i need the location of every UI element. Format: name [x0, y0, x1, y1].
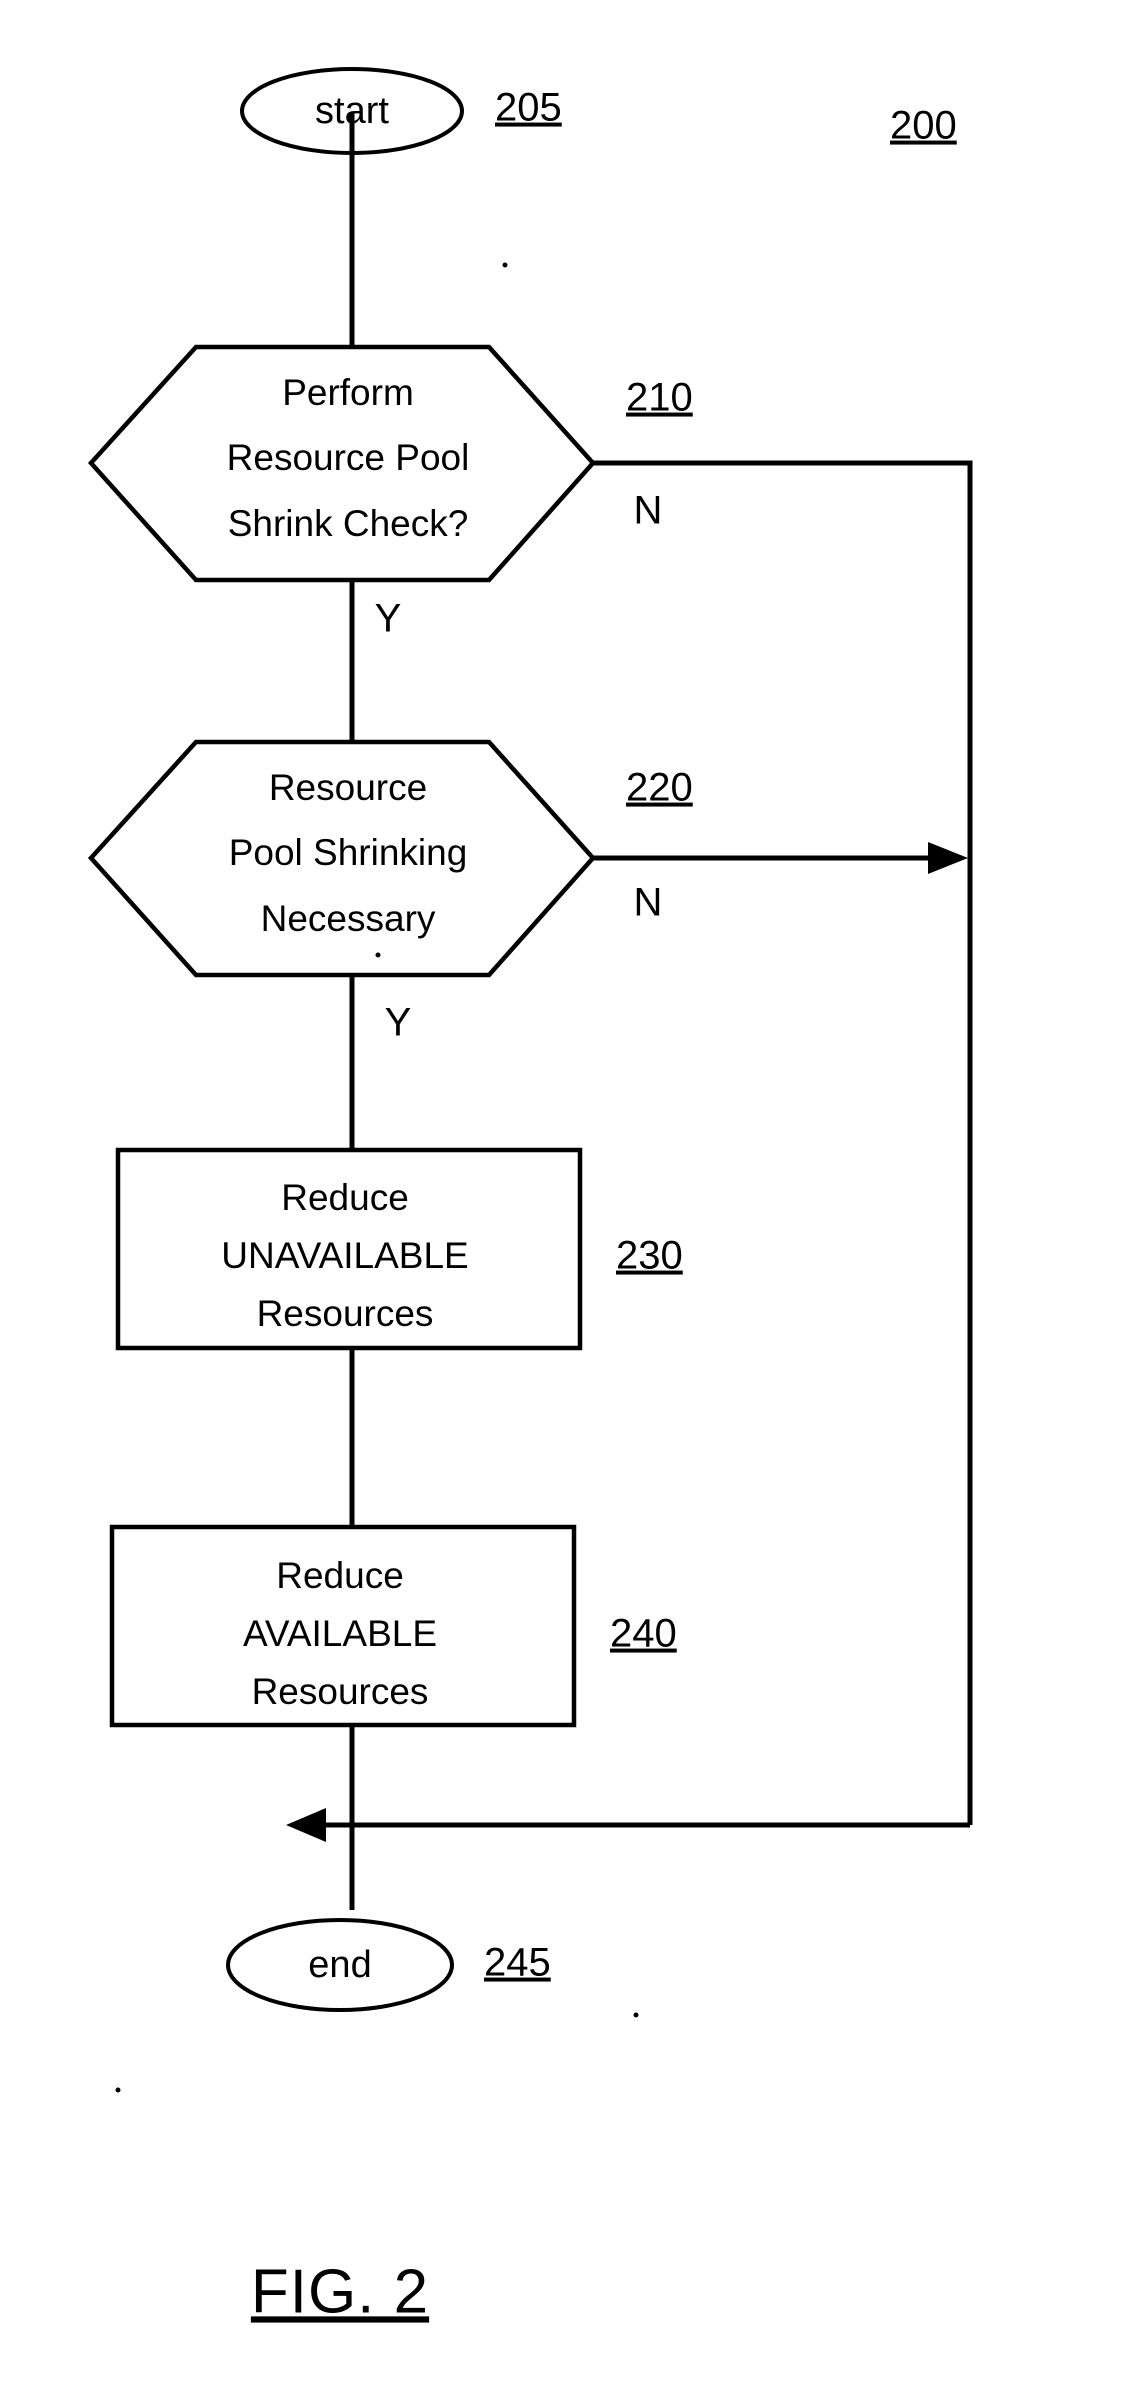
decision-210-line3: Shrink Check? — [228, 503, 469, 544]
decision-220-line3: Necessary — [261, 898, 436, 939]
branch-label-210-yes: Y — [375, 597, 402, 641]
decision-220-line2: Pool Shrinking — [229, 832, 468, 873]
scan-speck — [115, 2087, 121, 2093]
decision-220-line1: Resource — [269, 767, 427, 808]
scan-speck — [633, 2012, 639, 2018]
figure-ref-number-200: 200 — [890, 104, 957, 148]
branch-label-220-yes: Y — [385, 1001, 412, 1045]
process-230-line2: UNAVAILABLE — [221, 1235, 468, 1276]
process-230-line1: Reduce — [281, 1177, 409, 1218]
scan-speck — [375, 952, 381, 958]
process-240-line2: AVAILABLE — [243, 1613, 437, 1654]
process-240-line3: Resources — [252, 1671, 429, 1712]
decision-210-line1: Perform — [282, 372, 414, 413]
ref-number-240: 240 — [610, 1612, 677, 1656]
ref-number-205: 205 — [495, 86, 562, 130]
ref-number-220: 220 — [626, 766, 693, 810]
figure-page: start 205 200 Perform Resource Pool Shri… — [0, 0, 1127, 2398]
ref-number-230: 230 — [616, 1234, 683, 1278]
branch-label-220-no: N — [634, 881, 663, 925]
arrowhead-220-no — [928, 842, 968, 874]
process-230-line3: Resources — [257, 1293, 434, 1334]
arrowhead-bypass-return — [286, 1808, 326, 1842]
ref-number-245: 245 — [484, 1941, 551, 1985]
decision-210-line2: Resource Pool — [227, 437, 470, 478]
figure-caption: FIG. 2 — [251, 2257, 429, 2326]
start-terminal-label: start — [315, 90, 389, 132]
ref-number-210: 210 — [626, 376, 693, 420]
end-terminal-label: end — [308, 1944, 371, 1986]
scan-speck — [502, 262, 508, 268]
flowchart-canvas: start 205 200 Perform Resource Pool Shri… — [87, 67, 973, 2326]
branch-label-210-no: N — [634, 489, 663, 533]
process-240-line1: Reduce — [276, 1555, 404, 1596]
